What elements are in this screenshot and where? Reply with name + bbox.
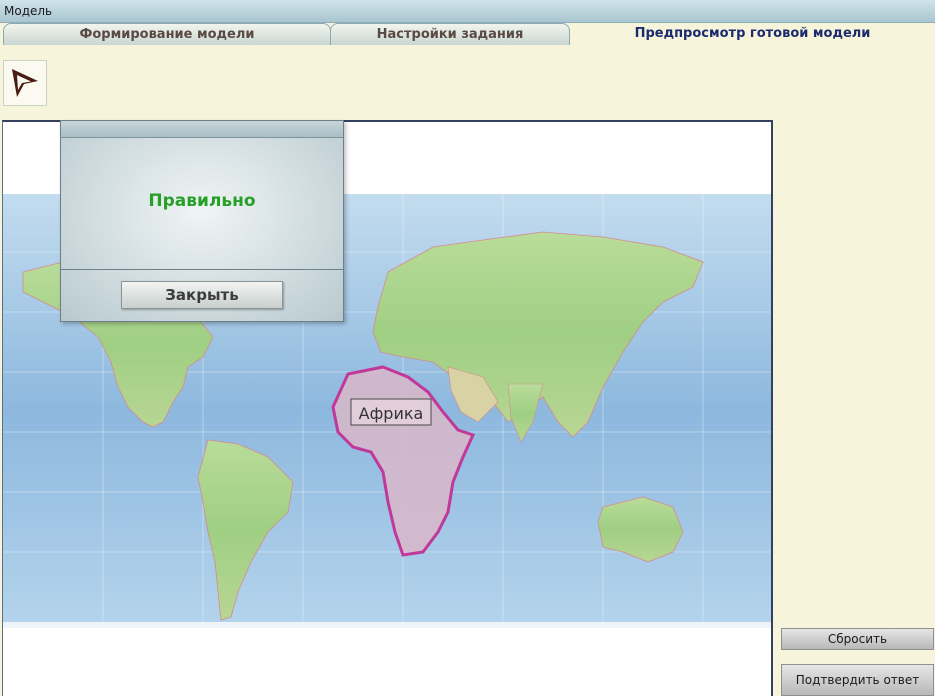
result-message: Правильно: [148, 191, 256, 211]
arrow-pointer-icon: [12, 69, 38, 97]
region-label: Африка: [359, 404, 424, 423]
dialog-header: [61, 121, 343, 138]
submit-answer-button[interactable]: Подтвердить ответ: [781, 664, 934, 696]
reset-button[interactable]: Сбросить: [781, 628, 934, 650]
tab-model-preview[interactable]: Предпросмотр готовой модели: [570, 23, 935, 45]
tab-model-formation[interactable]: Формирование модели: [3, 23, 331, 45]
result-dialog: Правильно Закрыть: [60, 120, 344, 322]
tab-bar: Формирование модели Настройки задания Пр…: [0, 22, 935, 46]
dialog-divider: [61, 269, 343, 270]
window-titlebar: Модель: [0, 0, 935, 23]
antarctica-edge: [3, 622, 771, 628]
window-title: Модель: [4, 4, 53, 18]
map-bottom-margin: [3, 628, 771, 696]
tab-task-settings[interactable]: Настройки задания: [330, 23, 570, 45]
close-button[interactable]: Закрыть: [121, 281, 283, 309]
pointer-tool-button[interactable]: [3, 60, 47, 106]
